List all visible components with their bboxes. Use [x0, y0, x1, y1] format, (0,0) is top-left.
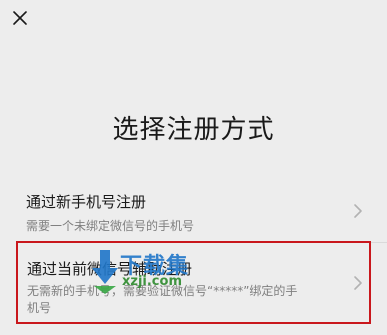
register-with-new-phone-option[interactable]: 通过新手机号注册 需要一个未绑定微信号的手机号: [16, 185, 371, 243]
option-description: 需要一个未绑定微信号的手机号: [26, 219, 195, 233]
option-title: 通过当前微信号辅助注册: [27, 260, 193, 278]
register-with-current-wechat-option[interactable]: 通过当前微信号辅助注册 无需新的手机号，需要验证微信号“*****”绑定的手机号: [16, 241, 371, 324]
option-description: 无需新的手机号，需要验证微信号“*****”绑定的手机号: [27, 284, 298, 315]
chevron-right-icon: [354, 204, 362, 218]
close-icon: [13, 11, 27, 25]
close-button[interactable]: [9, 7, 31, 29]
page-title: 选择注册方式: [112, 115, 275, 145]
chevron-right-icon: [354, 276, 362, 290]
option-title: 通过新手机号注册: [26, 193, 147, 211]
